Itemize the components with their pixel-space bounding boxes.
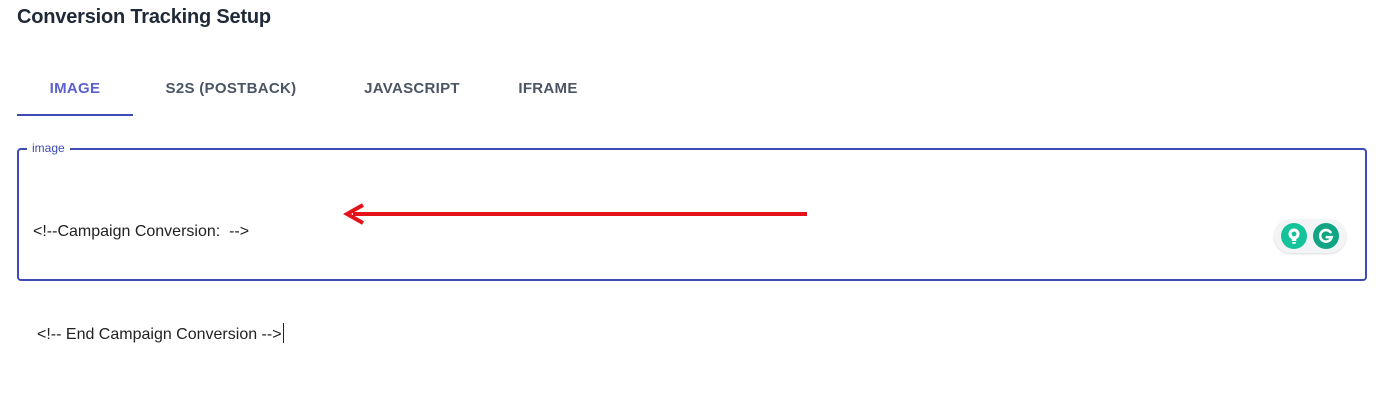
tab-javascript[interactable]: JAVASCRIPT [329, 60, 495, 116]
left-arrow-icon [343, 203, 807, 225]
grammarly-widget[interactable] [1274, 219, 1346, 253]
tab-bar: IMAGE S2S (POSTBACK) JAVASCRIPT IFRAME [17, 60, 601, 116]
tab-s2s-postback[interactable]: S2S (POSTBACK) [133, 60, 329, 116]
field-label: image [27, 140, 70, 156]
code-line-2: <!-- End Campaign Conversion --> [37, 323, 1285, 347]
tab-image[interactable]: IMAGE [17, 60, 133, 116]
text-caret [282, 323, 284, 343]
grammarly-g-icon[interactable] [1313, 223, 1339, 249]
code-line-2-text: <!-- End Campaign Conversion --> [37, 326, 282, 343]
page-title: Conversion Tracking Setup [17, 6, 271, 28]
tab-iframe[interactable]: IFRAME [495, 60, 601, 116]
lightbulb-icon[interactable] [1281, 223, 1307, 249]
